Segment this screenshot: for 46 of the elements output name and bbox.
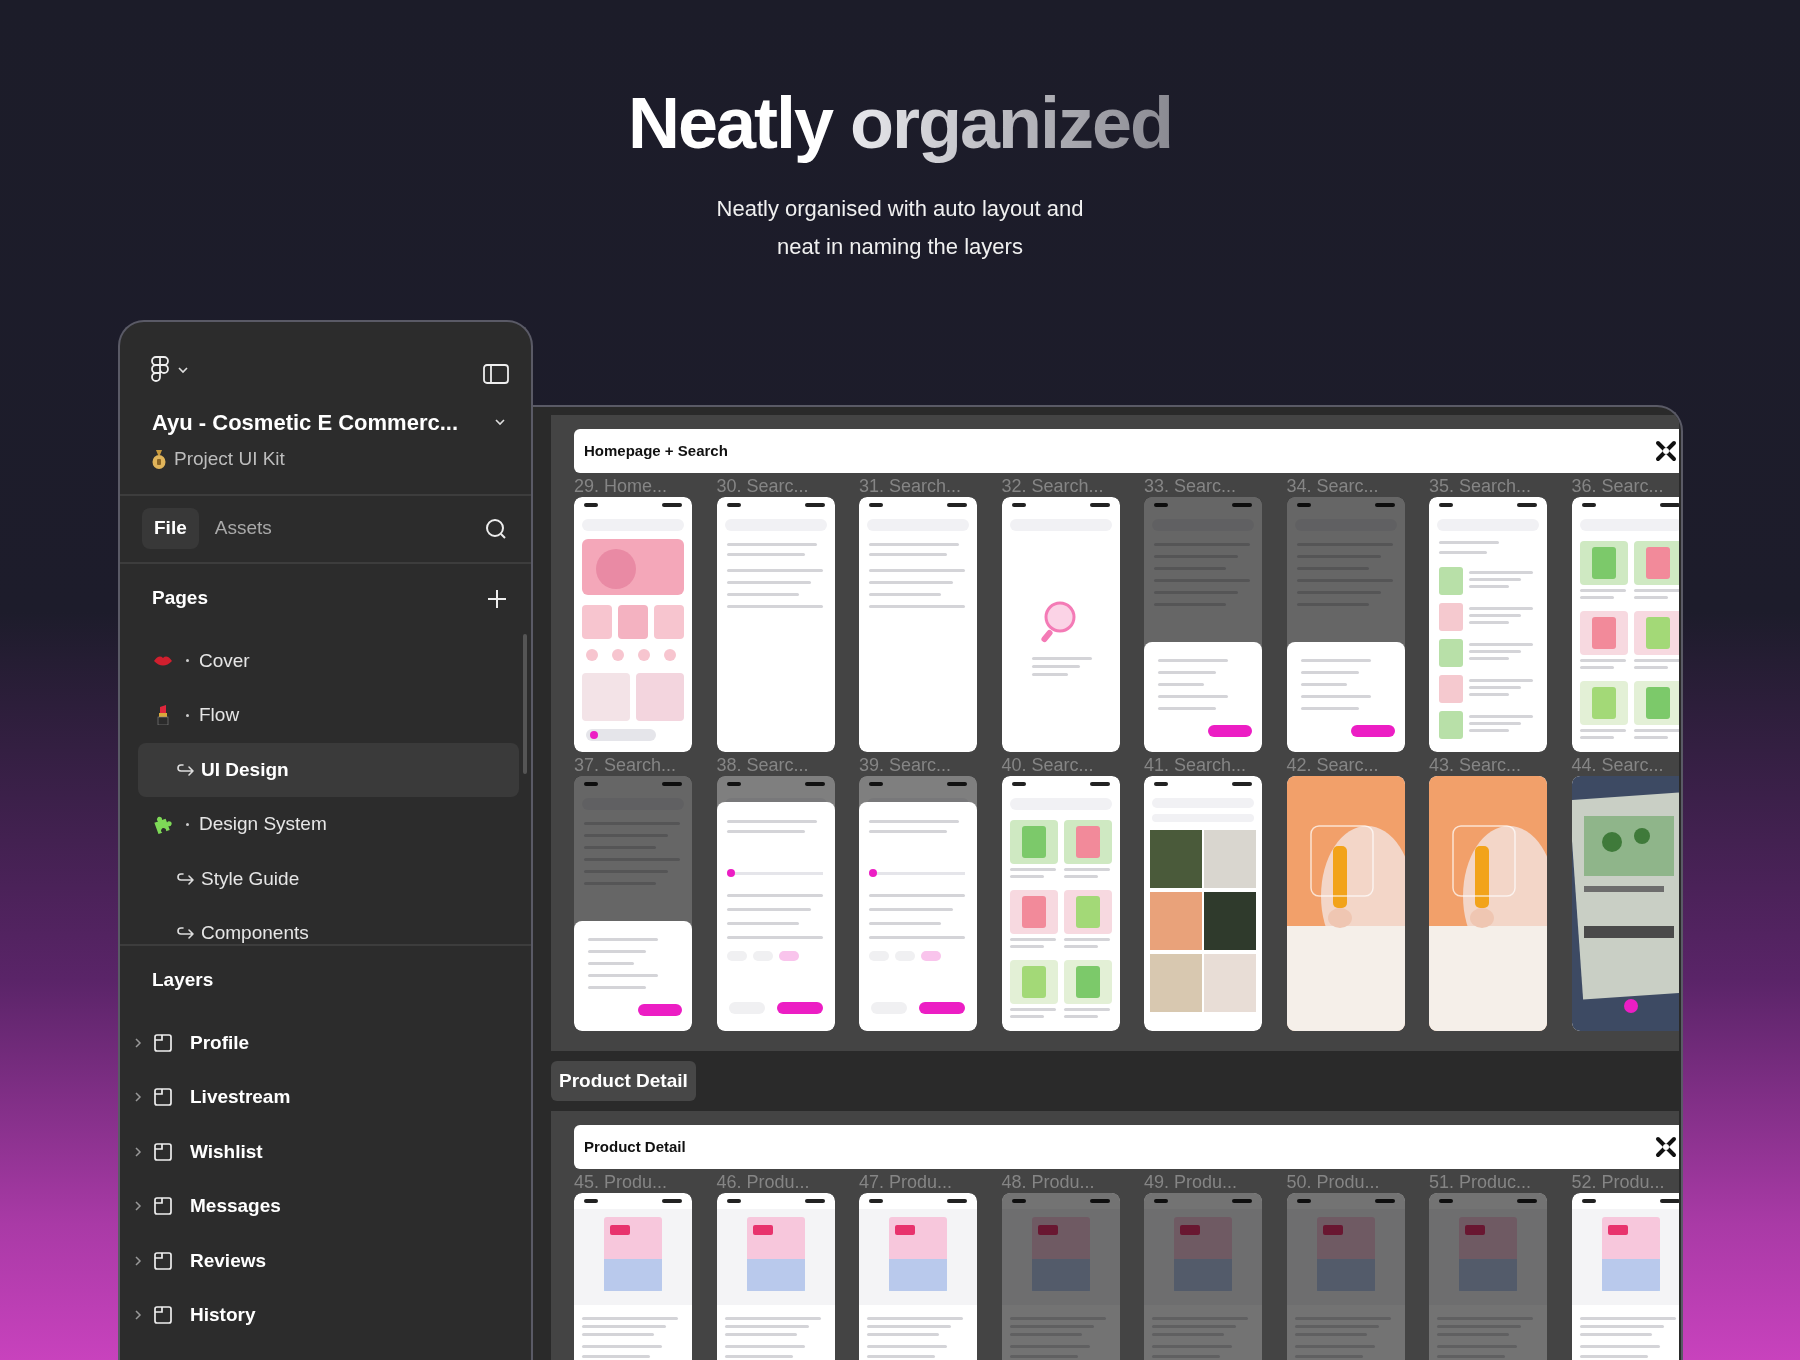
frame-label: 30. Searc... xyxy=(716,475,810,497)
panel-tab[interactable]: Assets xyxy=(202,508,284,549)
page-item[interactable]: Components xyxy=(138,906,519,944)
pages-heading: Pages xyxy=(152,586,208,611)
frame-label: 43. Searc... xyxy=(1429,754,1523,776)
frame-label: 45. Produ... xyxy=(574,1171,669,1193)
frame-label: 41. Search... xyxy=(1144,754,1248,776)
file-title: Ayu - Cosmetic E Commerc... xyxy=(152,409,459,437)
page-item[interactable]: Style Guide xyxy=(138,851,519,906)
panel-tab[interactable]: File xyxy=(142,508,199,549)
page-item[interactable]: Cover xyxy=(138,633,519,688)
frame-label: 31. Search... xyxy=(859,475,963,497)
frame-label: 35. Search... xyxy=(1429,475,1533,497)
frame-label: 49. Produ... xyxy=(1144,1171,1239,1193)
frame-label: 33. Searc... xyxy=(1144,475,1238,497)
layer-item[interactable]: Messages xyxy=(120,1179,531,1234)
frame-label: 48. Produ... xyxy=(1001,1171,1096,1193)
layer-item[interactable]: Profile xyxy=(120,1015,531,1070)
layer-item[interactable]: Reviews xyxy=(120,1233,531,1288)
layer-item[interactable]: Wishlist xyxy=(120,1124,531,1179)
frame-label: 51. Produc... xyxy=(1429,1171,1533,1193)
page-item[interactable]: Design System xyxy=(138,797,519,852)
layers-heading: Layers xyxy=(152,968,214,993)
frame-label: 39. Searc... xyxy=(859,754,953,776)
frame-label: 46. Produ... xyxy=(716,1171,811,1193)
frame-label: 42. Searc... xyxy=(1286,754,1380,776)
frame-label: 37. Search... xyxy=(574,754,678,776)
frame-label: 50. Produ... xyxy=(1286,1171,1381,1193)
frame-label: 44. Searc... xyxy=(1571,754,1665,776)
layer-item[interactable]: History xyxy=(120,1288,531,1343)
section-tag[interactable]: Product Detail xyxy=(551,1060,696,1102)
frame-label: 36. Searc... xyxy=(1571,475,1665,497)
page-item[interactable]: Flow xyxy=(138,688,519,743)
frame-label: 40. Searc... xyxy=(1001,754,1095,776)
frame-label: 52. Produ... xyxy=(1571,1171,1666,1193)
subtitle: Neatly organised with auto layout and neat in naming the layers xyxy=(715,195,1085,261)
project-name: Project UI Kit xyxy=(174,447,285,471)
frame-label: 32. Search... xyxy=(1001,475,1105,497)
page-item[interactable]: UI Design xyxy=(138,742,519,797)
frame-label: 34. Searc... xyxy=(1286,475,1380,497)
section-title: Homepage + Search xyxy=(584,440,728,461)
frame-label: 29. Home... xyxy=(574,475,669,497)
frame-label: 47. Produ... xyxy=(859,1171,954,1193)
layer-item[interactable]: Livestream xyxy=(120,1070,531,1125)
frame-label: 38. Searc... xyxy=(716,754,810,776)
section-title: Product Detail xyxy=(584,1136,686,1157)
